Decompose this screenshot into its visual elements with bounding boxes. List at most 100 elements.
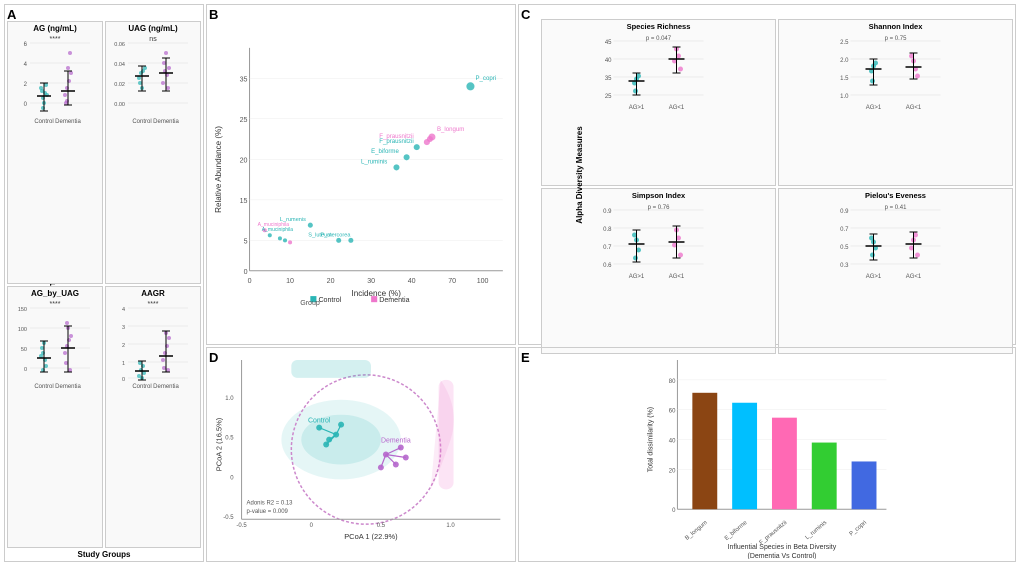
- svg-text:45: 45: [605, 40, 612, 46]
- section-d: D Con: [206, 347, 516, 562]
- svg-text:25: 25: [240, 116, 248, 124]
- svg-text:p = 0.76: p = 0.76: [648, 205, 671, 211]
- svg-text:ns: ns: [149, 36, 157, 43]
- svg-text:35: 35: [605, 76, 612, 82]
- svg-text:Total dissimilarity (%): Total dissimilarity (%): [648, 407, 655, 472]
- ag-title: AG (ng/mL): [33, 24, 77, 33]
- svg-text:AG>1: AG>1: [629, 274, 645, 280]
- svg-text:Control: Control: [132, 119, 151, 125]
- ag-by-uag-title: AG_by_UAG: [31, 289, 79, 298]
- svg-text:50: 50: [21, 347, 27, 353]
- svg-text:AG>1: AG>1: [629, 105, 645, 111]
- bar-svg: 80 60 40 20 0 Total dissimilarity (%): [521, 350, 1013, 559]
- svg-text:E_biforme: E_biforme: [724, 520, 749, 543]
- svg-text:2: 2: [24, 82, 28, 88]
- svg-text:Dementia: Dementia: [381, 438, 411, 445]
- ag-by-uag-plot: AG_by_UAG 150 100 50 0 ****: [7, 286, 103, 549]
- c-y-axis-label: Alpha Diversity Measures: [575, 126, 584, 223]
- svg-text:Influential Species in Beta Di: Influential Species in Beta Diversity: [728, 544, 837, 551]
- svg-text:0.9: 0.9: [840, 209, 849, 215]
- ag-svg: 6 4 2 0 ****: [10, 33, 100, 128]
- svg-text:0: 0: [122, 377, 125, 383]
- section-d-label: D: [209, 350, 218, 365]
- svg-text:p = 0.41: p = 0.41: [885, 205, 908, 211]
- svg-text:Control: Control: [308, 418, 331, 425]
- svg-text:E_biforme: E_biforme: [371, 148, 399, 155]
- svg-text:30: 30: [367, 277, 375, 285]
- svg-text:A_muciniphila: A_muciniphila: [262, 227, 294, 233]
- main-container: A Ghrelin Levels AG (ng/mL) 6 4 2 0: [0, 0, 1020, 566]
- species-richness-svg: 45 40 35 25 p = 0.047: [544, 31, 773, 116]
- scatter-svg: 35 25 20 15 5 0 0 10 20 30 40 70 100 Inc…: [209, 7, 513, 342]
- a-x-axis-label: Study Groups: [7, 550, 201, 559]
- a-plots-grid: AG (ng/mL) 6 4 2 0 ****: [7, 21, 201, 548]
- svg-text:15: 15: [240, 197, 248, 205]
- svg-text:****: ****: [148, 301, 159, 308]
- svg-text:Dementia: Dementia: [55, 384, 81, 390]
- svg-text:5: 5: [244, 237, 248, 245]
- shannon-index-title: Shannon Index: [781, 22, 1010, 31]
- svg-text:6: 6: [24, 42, 28, 48]
- svg-text:20: 20: [669, 468, 676, 474]
- aagr-svg: 4 3 2 1 0 ****: [108, 298, 198, 393]
- svg-text:Dementia: Dementia: [55, 119, 81, 125]
- svg-text:0.6: 0.6: [603, 263, 612, 269]
- svg-text:0: 0: [672, 508, 676, 514]
- svg-text:PCoA 1 (22.9%): PCoA 1 (22.9%): [344, 532, 398, 541]
- svg-text:35: 35: [240, 75, 248, 83]
- svg-text:F_prausnitzii: F_prausnitzii: [759, 520, 789, 546]
- svg-text:100: 100: [18, 327, 27, 333]
- pcoa-svg: Control Dementia -0.5 0 0.5 1.0: [209, 350, 513, 559]
- svg-text:0.04: 0.04: [114, 62, 125, 68]
- svg-text:1.0: 1.0: [225, 396, 234, 402]
- svg-text:2.0: 2.0: [840, 58, 849, 64]
- svg-text:0.06: 0.06: [114, 42, 125, 48]
- svg-text:S_luteum: S_luteum: [308, 232, 332, 238]
- svg-text:40: 40: [408, 277, 416, 285]
- svg-text:Adonis R2 = 0.13: Adonis R2 = 0.13: [247, 500, 294, 506]
- species-richness-title: Species Richness: [544, 22, 773, 31]
- svg-text:AG<1: AG<1: [906, 274, 922, 280]
- svg-text:AG<1: AG<1: [906, 105, 922, 111]
- svg-text:2: 2: [122, 343, 125, 349]
- svg-text:0: 0: [310, 523, 314, 529]
- svg-text:40: 40: [669, 439, 676, 445]
- aagr-plot: AAGR 4 3 2 1 0 ****: [105, 286, 201, 549]
- svg-text:Control: Control: [318, 296, 341, 304]
- section-c: C Alpha Diversity Measures Species Richn…: [518, 4, 1016, 345]
- svg-text:40: 40: [605, 58, 612, 64]
- svg-text:0.9: 0.9: [603, 209, 612, 215]
- svg-text:B_longum: B_longum: [684, 520, 708, 542]
- svg-text:0: 0: [248, 277, 252, 285]
- svg-text:AG<1: AG<1: [669, 105, 685, 111]
- svg-text:0.8: 0.8: [603, 227, 612, 233]
- svg-text:0.00: 0.00: [114, 102, 125, 108]
- svg-text:0: 0: [244, 268, 248, 276]
- svg-text:L_ruminis: L_ruminis: [805, 520, 829, 541]
- section-b: B 35 25 20 15 5 0 0 10: [206, 4, 516, 345]
- svg-text:L_ruminis: L_ruminis: [361, 158, 387, 165]
- svg-text:AG<1: AG<1: [669, 274, 685, 280]
- pielou-title: Pielou's Eveness: [781, 191, 1010, 200]
- section-e-label: E: [521, 350, 530, 365]
- svg-text:4: 4: [122, 307, 125, 313]
- svg-text:25: 25: [605, 94, 612, 100]
- svg-text:****: ****: [50, 36, 61, 43]
- section-e: E 80 60 40 20 0 Total dissimilarity (%): [518, 347, 1016, 562]
- section-b-label: B: [209, 7, 218, 22]
- svg-text:0.7: 0.7: [603, 245, 612, 251]
- svg-text:Control: Control: [132, 384, 151, 390]
- svg-text:P_copri: P_copri: [476, 75, 497, 82]
- svg-text:0.7: 0.7: [840, 227, 849, 233]
- svg-text:3: 3: [122, 325, 125, 331]
- svg-text:0.5: 0.5: [225, 436, 234, 442]
- svg-text:0.5: 0.5: [377, 523, 386, 529]
- svg-text:1.0: 1.0: [446, 523, 455, 529]
- shannon-svg: 2.5 2.0 1.5 1.0 p = 0.75: [781, 31, 1010, 116]
- svg-text:2.5: 2.5: [840, 40, 849, 46]
- svg-text:1.0: 1.0: [840, 94, 849, 100]
- svg-text:p = 0.75: p = 0.75: [885, 36, 908, 42]
- svg-text:20: 20: [327, 277, 335, 285]
- section-a-label: A: [7, 7, 16, 22]
- svg-text:0.3: 0.3: [840, 263, 849, 269]
